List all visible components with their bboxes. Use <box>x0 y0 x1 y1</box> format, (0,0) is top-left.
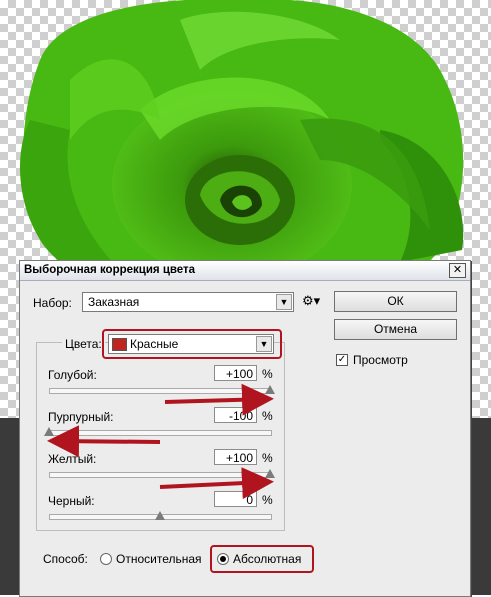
arrow-right-yellow <box>159 467 274 500</box>
annotation-arrows <box>47 383 274 500</box>
arrow-right-cyan <box>164 383 274 416</box>
arrow-left-magenta <box>47 425 161 458</box>
